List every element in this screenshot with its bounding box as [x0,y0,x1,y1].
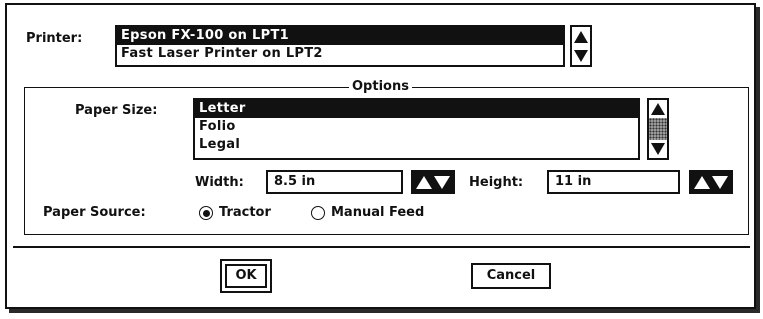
options-group-title: Options [349,79,412,95]
footer-divider [13,246,750,248]
paper-size-option-letter[interactable]: Letter [195,100,638,118]
paper-scroll-up-arrow-icon[interactable] [649,100,667,118]
manual-feed-radio-label[interactable]: Manual Feed [331,205,424,221]
paper-source-label: Paper Source: [43,205,146,220]
width-label: Width: [195,175,244,190]
height-label: Height: [469,175,524,190]
printer-option-fast-laser[interactable]: Fast Laser Printer on LPT2 [117,45,563,63]
printer-scroll-up-arrow-icon[interactable] [572,27,590,46]
tractor-radio-label[interactable]: Tractor [219,205,271,221]
paper-scroll-down-arrow-icon[interactable] [649,140,667,158]
paper-size-label: Paper Size: [75,103,158,118]
paper-size-listbox[interactable]: Letter Folio Legal [193,98,640,160]
paper-size-option-folio[interactable]: Folio [195,118,638,136]
tractor-radio[interactable] [199,206,213,220]
paper-size-option-legal[interactable]: Legal [195,136,638,154]
width-stepper[interactable] [411,170,455,194]
cancel-button[interactable]: Cancel [471,263,551,289]
width-decrease-arrow-icon[interactable] [434,175,450,189]
paper-size-scrollbar[interactable] [647,98,669,160]
width-increase-arrow-icon[interactable] [416,175,432,189]
width-field[interactable]: 8.5 in [266,170,403,194]
ok-button[interactable]: OK [220,259,272,293]
printer-option-epson[interactable]: Epson FX-100 on LPT1 [117,27,563,45]
height-field[interactable]: 11 in [547,170,680,194]
height-increase-arrow-icon[interactable] [694,175,710,189]
printer-scroll-down-arrow-icon[interactable] [572,46,590,65]
radio-selected-dot-icon [202,209,210,217]
paper-scroll-track[interactable] [649,118,667,140]
height-stepper[interactable] [689,170,733,194]
manual-feed-radio[interactable] [311,206,325,220]
printer-scrollbar[interactable] [570,25,592,67]
printer-listbox[interactable]: Epson FX-100 on LPT1 Fast Laser Printer … [115,25,565,67]
printer-label: Printer: [26,31,83,46]
height-decrease-arrow-icon[interactable] [712,175,728,189]
